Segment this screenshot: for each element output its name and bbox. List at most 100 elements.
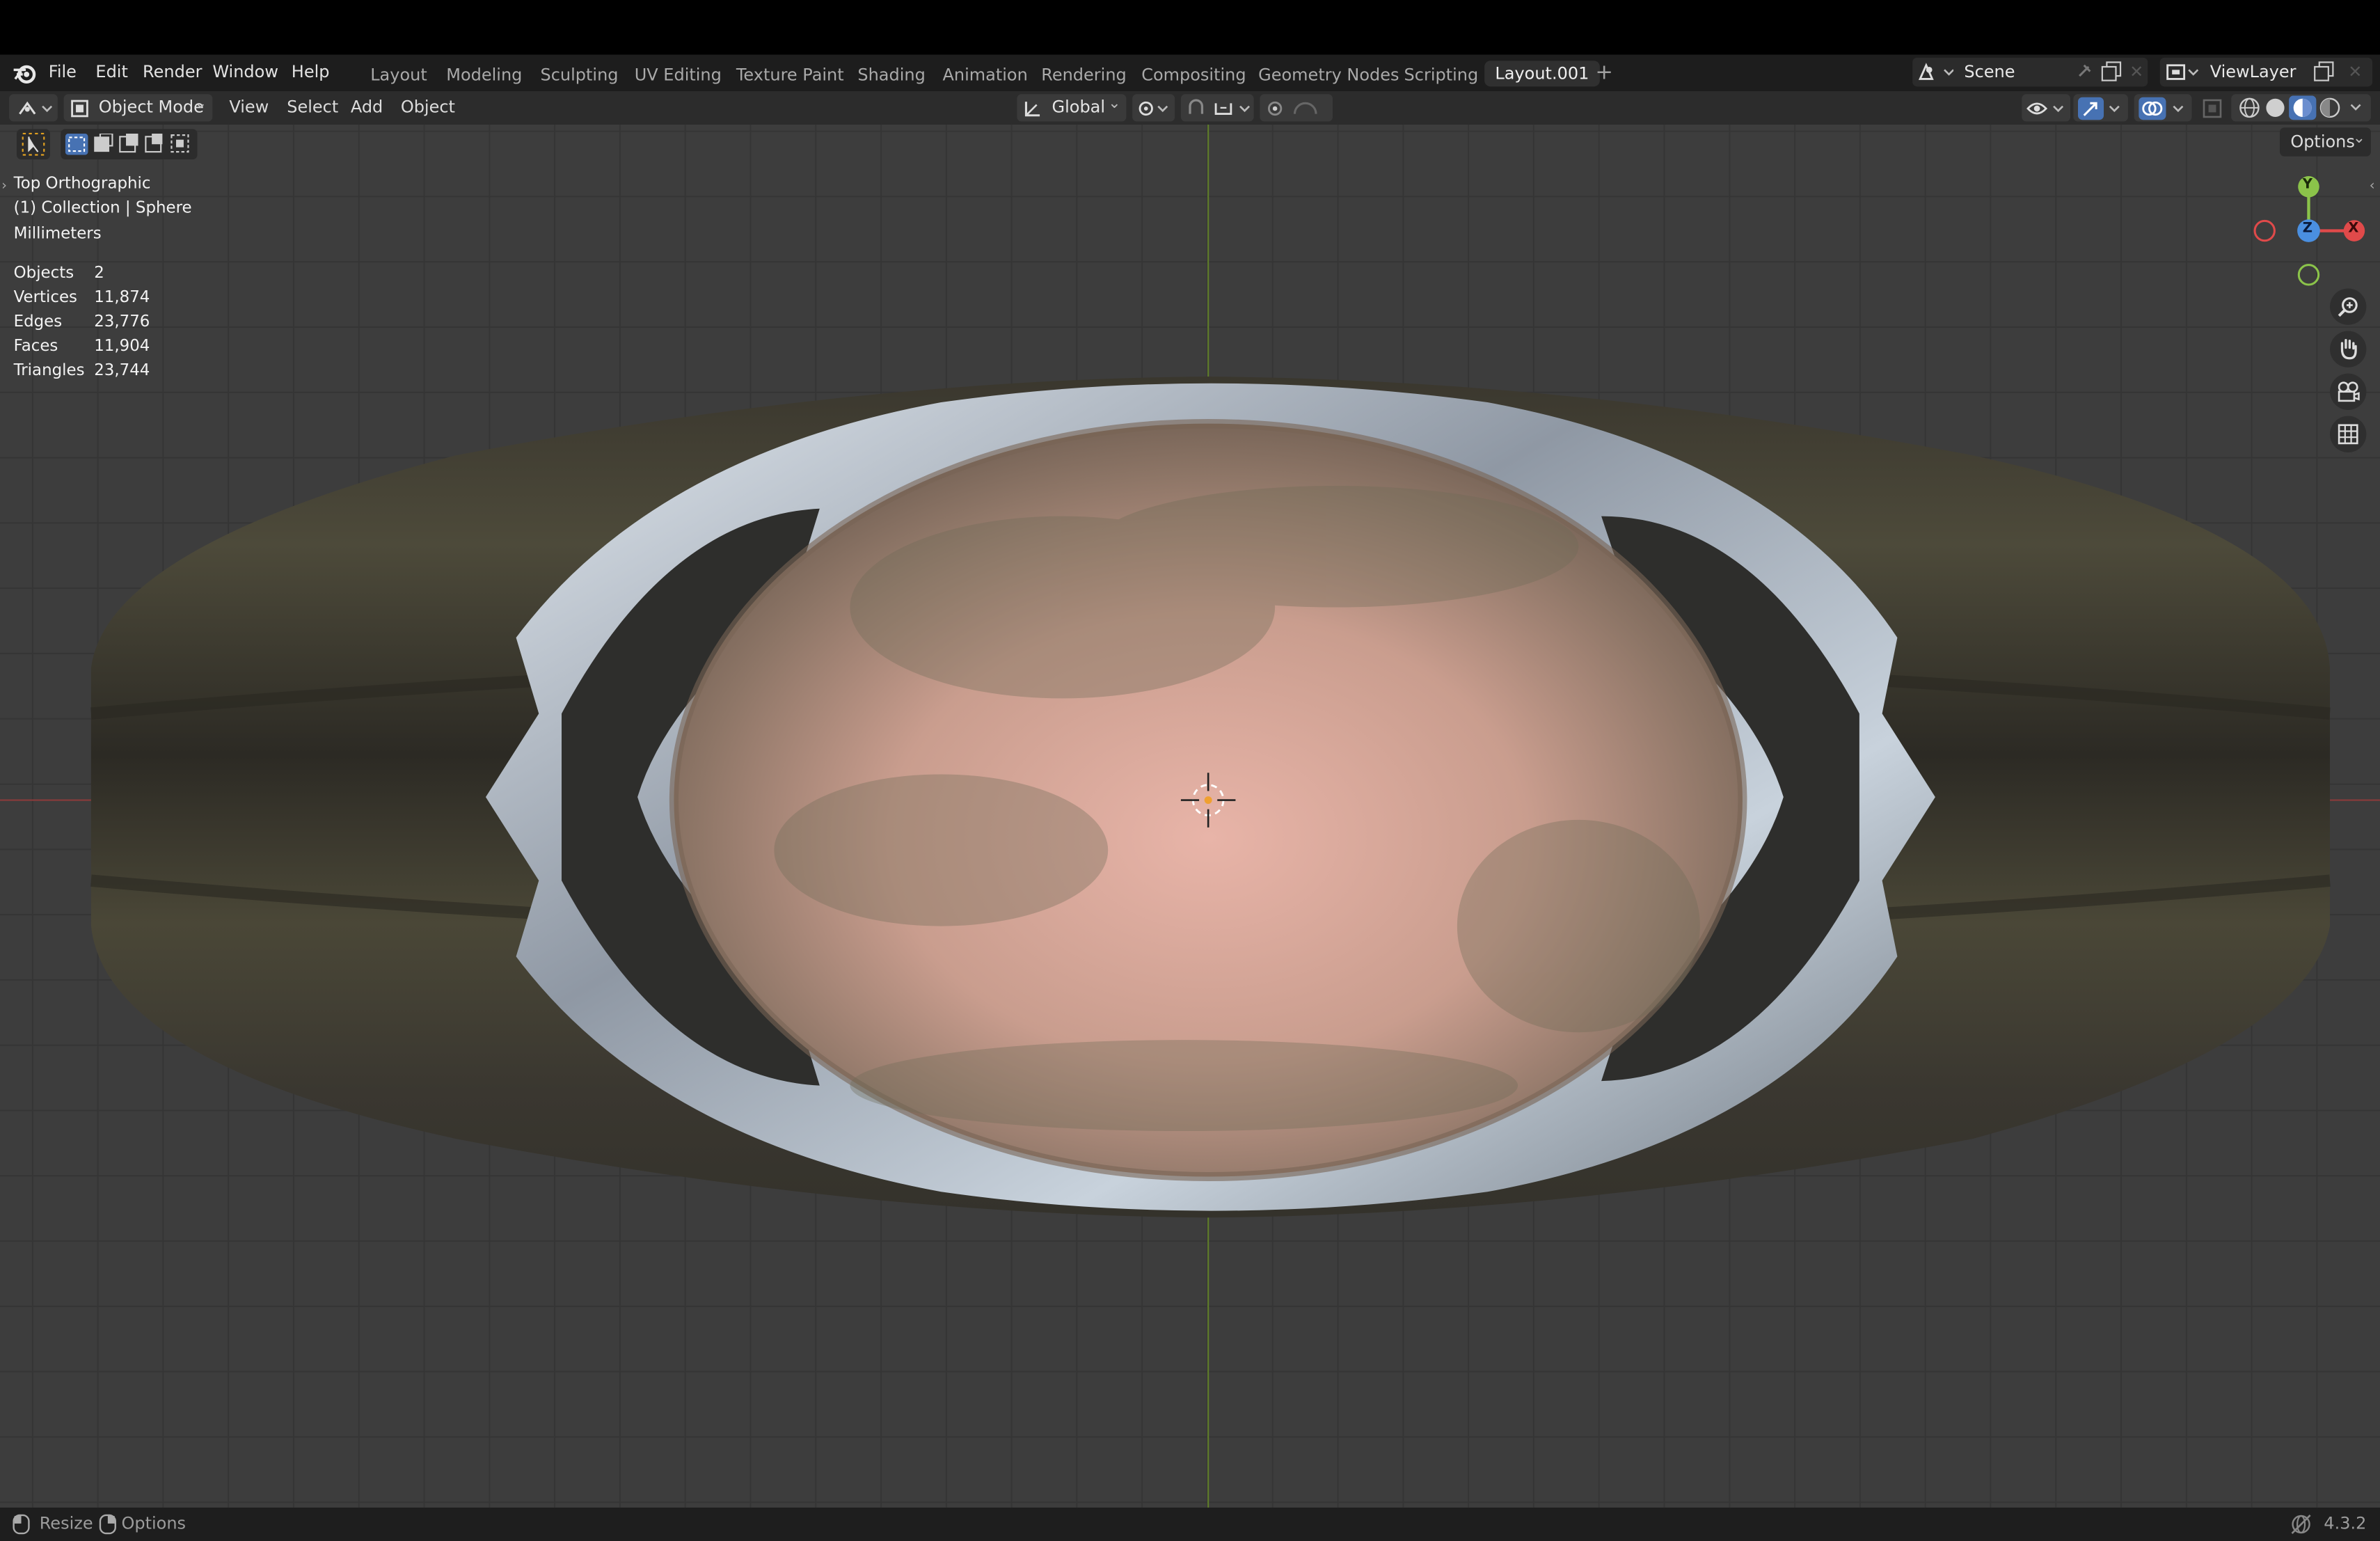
gizmo-z-label: Z xyxy=(2302,221,2313,237)
snap-controls[interactable] xyxy=(1180,94,1254,122)
pivot-point-selector[interactable] xyxy=(1132,94,1175,122)
mode-label: Object Mode xyxy=(98,97,204,117)
rendered-shading-icon xyxy=(2319,97,2340,118)
transform-orientation-selector[interactable]: Global ⌄ xyxy=(1017,94,1127,122)
pan-button[interactable] xyxy=(2330,331,2367,368)
shading-mode-selector[interactable] xyxy=(2231,94,2371,122)
stat-label-vertices: Vertices xyxy=(13,288,77,307)
camera-view-button[interactable] xyxy=(2330,373,2367,410)
add-workspace-button[interactable]: + xyxy=(1595,61,1613,85)
menu-file[interactable]: File xyxy=(49,62,77,81)
tab-layout[interactable]: Layout xyxy=(370,65,427,85)
stat-value-triangles: 23,744 xyxy=(94,361,150,380)
tab-geometry-nodes[interactable]: Geometry Nodes xyxy=(1258,65,1399,85)
selection-mode-icons xyxy=(65,133,189,155)
stat-label-objects: Objects xyxy=(13,264,74,283)
scene-icon xyxy=(1918,63,1954,80)
proportional-edit-icon xyxy=(1268,101,1317,116)
tab-rendering[interactable]: Rendering xyxy=(1041,65,1127,85)
tab-modeling[interactable]: Modeling xyxy=(446,65,522,85)
material-shading-icon xyxy=(2289,95,2317,120)
collection-info: (1) Collection | Sphere xyxy=(13,198,192,217)
stat-value-objects: 2 xyxy=(94,264,104,283)
stat-value-faces: 11,904 xyxy=(94,337,150,356)
tab-layout-001[interactable]: Layout.001 xyxy=(1484,61,1600,87)
tab-shading[interactable]: Shading xyxy=(857,65,925,85)
options-button[interactable]: Options ⌄ xyxy=(2280,127,2371,157)
view-layer-selector[interactable]: ViewLayer ✕ xyxy=(2159,57,2373,87)
transform-orientation-label: Global xyxy=(1052,97,1106,117)
new-view-layer-icon[interactable] xyxy=(2313,61,2335,82)
tab-sculpting[interactable]: Sculpting xyxy=(540,65,618,85)
chevron-down-icon: ⌄ xyxy=(2352,130,2366,148)
menu-view[interactable]: View xyxy=(229,97,269,117)
blender-window: File Edit Render Window Help Layout Mode… xyxy=(0,0,2380,1541)
delete-scene-icon[interactable]: ✕ xyxy=(2129,62,2143,81)
sidebar-expand-icon[interactable]: ‹ xyxy=(2370,179,2375,194)
proportional-edit-controls[interactable] xyxy=(1260,94,1333,122)
top-menubar: File Edit Render Window Help Layout Mode… xyxy=(0,54,2380,91)
3d-viewport[interactable]: Y X Z Options ⌄ Top Orthographic (1) Col… xyxy=(0,124,2380,1508)
tab-texture-paint[interactable]: Texture Paint xyxy=(736,65,844,85)
toggle-perspective-button[interactable] xyxy=(2330,416,2367,453)
chevron-down-icon: ⌄ xyxy=(1108,95,1121,113)
view-layer-name: ViewLayer xyxy=(2210,62,2296,82)
xray-icon[interactable] xyxy=(2203,99,2222,118)
stat-label-edges: Edges xyxy=(13,313,63,331)
menu-render[interactable]: Render xyxy=(143,62,202,81)
hand-pan-icon xyxy=(2340,338,2357,360)
mode-selector[interactable]: Object Mode ⌄ xyxy=(63,94,213,122)
viewport-header: Object Mode ⌄ View Select Add Object Glo… xyxy=(0,90,2380,125)
new-scene-icon[interactable] xyxy=(2101,61,2123,82)
tab-compositing[interactable]: Compositing xyxy=(1141,65,1246,85)
neg-y-handle xyxy=(2297,264,2320,286)
zoom-icon xyxy=(2338,297,2358,317)
gizmo-x-label: X xyxy=(2348,221,2359,237)
menu-help[interactable]: Help xyxy=(292,62,330,81)
viewport-scene xyxy=(0,124,2380,1508)
delete-view-layer-icon[interactable]: ✕ xyxy=(2348,62,2362,81)
options-label: Options xyxy=(2290,132,2355,152)
blender-logo-icon[interactable] xyxy=(12,61,36,85)
stat-label-triangles: Triangles xyxy=(13,361,85,380)
editor-type-button[interactable] xyxy=(9,94,58,122)
menu-object[interactable]: Object xyxy=(401,97,455,117)
overlay-toggle[interactable] xyxy=(2134,94,2192,122)
stat-label-faces: Faces xyxy=(13,337,58,356)
pin-icon[interactable] xyxy=(2075,62,2093,80)
network-offline-icon xyxy=(2291,1514,2311,1535)
menu-edit[interactable]: Edit xyxy=(95,62,127,81)
gizmo-y-label: Y xyxy=(2302,177,2313,193)
tab-scripting[interactable]: Scripting xyxy=(1404,65,1479,85)
menu-window[interactable]: Window xyxy=(212,62,278,81)
scene-selector[interactable]: Scene ✕ xyxy=(1912,57,2148,87)
overlay-icon xyxy=(2139,97,2184,120)
menu-select[interactable]: Select xyxy=(287,97,338,117)
stat-value-vertices: 11,874 xyxy=(94,288,150,307)
object-mode-icon xyxy=(71,100,88,118)
zoom-button[interactable] xyxy=(2330,288,2367,325)
status-bar: Resize Options 4.3.2 xyxy=(0,1508,2380,1541)
mouse-icon xyxy=(99,1514,116,1535)
toolbar-expand-icon[interactable]: › xyxy=(1,179,7,194)
snap-icon xyxy=(1189,99,1250,116)
view-layer-icon xyxy=(2166,64,2199,80)
status-options: Options xyxy=(121,1513,187,1534)
mouse-icon xyxy=(13,1514,30,1535)
visibility-selector[interactable] xyxy=(2022,94,2071,122)
visibility-icon xyxy=(2026,102,2064,115)
view-name: Top Orthographic xyxy=(13,174,151,193)
menu-add[interactable]: Add xyxy=(351,97,383,117)
version-label: 4.3.2 xyxy=(2324,1513,2367,1534)
unit-system: Millimeters xyxy=(13,224,102,244)
wireframe-shading-icon xyxy=(2239,97,2260,118)
title-bar-area xyxy=(0,0,2380,55)
gizmo-toggle[interactable] xyxy=(2073,94,2128,122)
pivot-icon xyxy=(1139,101,1168,116)
tab-uv-editing[interactable]: UV Editing xyxy=(635,65,722,85)
transform-orientation-icon xyxy=(1024,102,1040,117)
selection-mode-buttons[interactable] xyxy=(61,129,198,160)
tweak-tool-button[interactable] xyxy=(16,129,50,160)
neg-x-handle xyxy=(2253,219,2276,242)
tab-animation[interactable]: Animation xyxy=(942,65,1027,85)
